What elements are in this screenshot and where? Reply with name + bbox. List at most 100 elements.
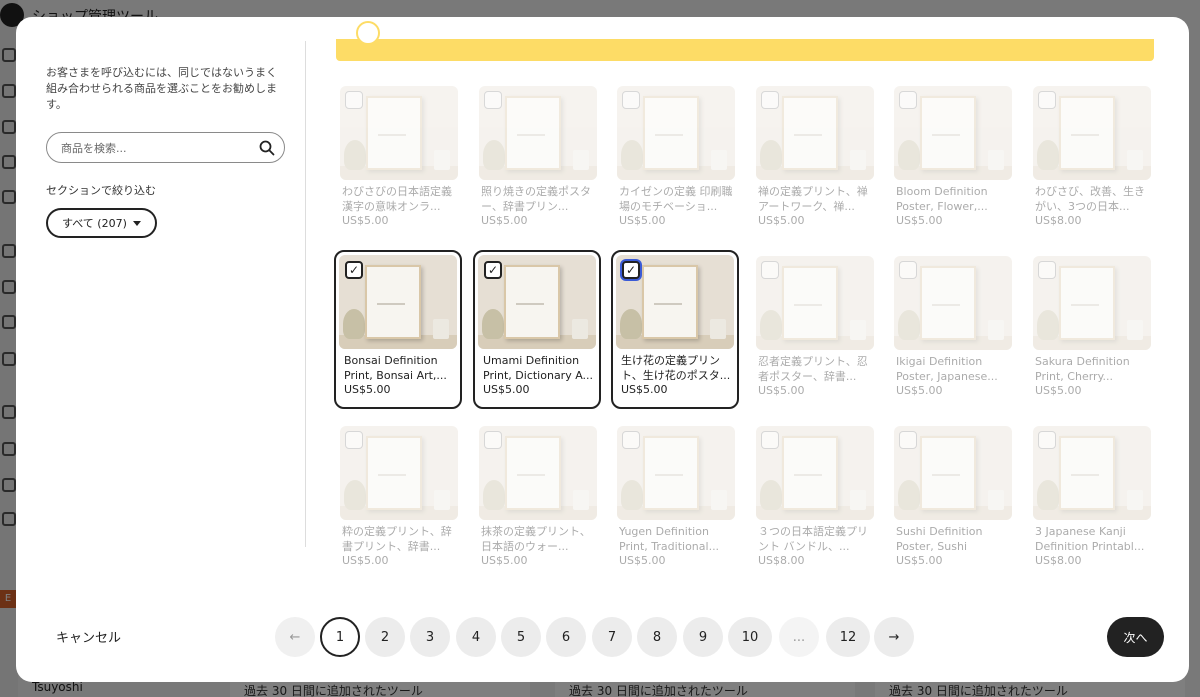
- checkbox-icon[interactable]: [622, 91, 640, 109]
- product-price: US$5.00: [758, 384, 805, 397]
- checkbox-icon[interactable]: [1038, 431, 1056, 449]
- pagination-ellipsis: ...: [779, 617, 819, 657]
- checkbox-icon[interactable]: [761, 91, 779, 109]
- product-title: カイゼンの定義 印刷職場のモチベーショ...: [619, 185, 733, 213]
- filter-sidebar: お客さまを呼び込むには、同じではないうまく組み合わせられる商品を選ぶことをお勧め…: [16, 17, 306, 607]
- product-title: 3 Japanese Kanji Definition Printabl...: [1035, 525, 1145, 553]
- product-title: わびさび、改善、生きがい、3つの日本...: [1035, 185, 1145, 213]
- search-icon[interactable]: [259, 140, 275, 156]
- product-price: US$5.00: [621, 383, 668, 396]
- section-filter-value: すべて (207): [62, 217, 127, 230]
- product-price: US$5.00: [1035, 384, 1082, 397]
- caret-down-icon: [132, 220, 141, 226]
- product-title: Sakura Definition Print, Cherry...: [1035, 355, 1130, 383]
- product-card[interactable]: ✓ 生け花の定義プリント、生け花のポスタ... US$5.00: [611, 250, 739, 409]
- product-title: 粋の定義プリント、辞書プリント、辞書...: [342, 525, 452, 553]
- product-card[interactable]: カイゼンの定義 印刷職場のモチベーショ... US$5.00: [613, 82, 741, 241]
- product-title: 禅の定義プリント、禅アートワーク、禅...: [758, 185, 868, 213]
- search-box[interactable]: [46, 132, 285, 163]
- product-price: US$5.00: [619, 554, 666, 567]
- checkbox-icon[interactable]: [345, 431, 363, 449]
- product-price: US$5.00: [481, 214, 528, 227]
- product-price: US$8.00: [1035, 554, 1082, 567]
- product-picker-modal: お客さまを呼び込むには、同じではないうまく組み合わせられる商品を選ぶことをお勧め…: [16, 17, 1189, 682]
- checkbox-icon[interactable]: [761, 431, 779, 449]
- page-button[interactable]: 12: [826, 617, 870, 657]
- product-card[interactable]: 忍者定義プリント、忍者ポスター、辞書... US$5.00: [752, 252, 880, 411]
- product-card[interactable]: Sushi Definition Poster, Sushi Poster,..…: [890, 422, 1018, 581]
- page-button[interactable]: 5: [501, 617, 541, 657]
- search-input[interactable]: [61, 139, 251, 157]
- product-card[interactable]: 照り焼きの定義ポスター、辞書プリン... US$5.00: [475, 82, 603, 241]
- checkbox-icon[interactable]: [899, 261, 917, 279]
- product-price: US$5.00: [342, 214, 389, 227]
- checkbox-checked-icon[interactable]: ✓: [484, 261, 502, 279]
- product-title: Yugen Definition Print, Traditional...: [619, 525, 720, 553]
- product-price: US$5.00: [483, 383, 530, 396]
- intro-text: お客さまを呼び込むには、同じではないうまく組み合わせられる商品を選ぶことをお勧め…: [46, 66, 277, 111]
- product-title: わびさびの日本語定義漢字の意味オンラ...: [342, 185, 452, 213]
- page-button[interactable]: 4: [456, 617, 496, 657]
- checkbox-icon[interactable]: [622, 431, 640, 449]
- product-price: US$5.00: [896, 214, 943, 227]
- product-price: US$5.00: [342, 554, 389, 567]
- banner-icon: [356, 21, 380, 45]
- checkbox-icon[interactable]: [345, 91, 363, 109]
- product-price: US$8.00: [758, 554, 805, 567]
- filter-label: セクションで絞り込む: [46, 184, 156, 197]
- product-title: Sushi Definition Poster, Sushi Poster,..…: [896, 525, 983, 553]
- product-title: 照り焼きの定義ポスター、辞書プリン...: [481, 185, 591, 213]
- cancel-button[interactable]: キャンセル: [56, 627, 121, 646]
- product-card[interactable]: わびさび、改善、生きがい、3つの日本... US$8.00: [1029, 82, 1157, 241]
- product-title: 抹茶の定義プリント、日本語のウォー...: [481, 525, 591, 553]
- product-card[interactable]: 粋の定義プリント、辞書プリント、辞書... US$5.00: [336, 422, 464, 581]
- product-card[interactable]: 3 Japanese Kanji Definition Printabl... U…: [1029, 422, 1157, 581]
- arrow-right-icon[interactable]: →: [874, 617, 914, 657]
- product-price: US$8.00: [1035, 214, 1082, 227]
- product-title: Umami Definition Print, Dictionary A...: [483, 354, 594, 382]
- product-card[interactable]: わびさびの日本語定義漢字の意味オンラ... US$5.00: [336, 82, 464, 241]
- product-card[interactable]: 抹茶の定義プリント、日本語のウォー... US$5.00: [475, 422, 603, 581]
- product-title: Ikigai Definition Poster, Japanese...: [896, 355, 998, 383]
- checkbox-icon[interactable]: [484, 431, 502, 449]
- checkbox-icon[interactable]: [484, 91, 502, 109]
- product-price: US$5.00: [758, 214, 805, 227]
- arrow-left-icon[interactable]: ←: [275, 617, 315, 657]
- page-button[interactable]: 10: [728, 617, 772, 657]
- checkbox-icon[interactable]: [899, 91, 917, 109]
- product-title: Bonsai Definition Print, Bonsai Art,...: [344, 354, 447, 382]
- checkbox-checked-icon[interactable]: ✓: [345, 261, 363, 279]
- product-card[interactable]: Bloom Definition Poster, Flower,... US$5.…: [890, 82, 1018, 241]
- page-button-current[interactable]: 1: [320, 617, 360, 657]
- product-price: US$5.00: [896, 384, 943, 397]
- checkbox-icon[interactable]: [1038, 91, 1056, 109]
- product-card[interactable]: Yugen Definition Print, Traditional... US…: [613, 422, 741, 581]
- product-price: US$5.00: [896, 554, 943, 567]
- section-filter-dropdown[interactable]: すべて (207): [46, 208, 157, 238]
- page-button[interactable]: 6: [546, 617, 586, 657]
- product-card[interactable]: Sakura Definition Print, Cherry... US$5.0…: [1029, 252, 1157, 411]
- product-card[interactable]: ✓ Umami Definition Print, Dictionary A...…: [473, 250, 601, 409]
- checkbox-icon[interactable]: [761, 261, 779, 279]
- product-price: US$5.00: [481, 554, 528, 567]
- checkbox-icon[interactable]: [1038, 261, 1056, 279]
- checkbox-checked-icon[interactable]: ✓: [622, 261, 640, 279]
- page-button[interactable]: 8: [637, 617, 677, 657]
- page-button[interactable]: 2: [365, 617, 405, 657]
- page-button[interactable]: 9: [683, 617, 723, 657]
- divider: [305, 41, 306, 547]
- product-card[interactable]: 禅の定義プリント、禅アートワーク、禅... US$5.00: [752, 82, 880, 241]
- notice-banner: [336, 39, 1154, 61]
- product-card[interactable]: Ikigai Definition Poster, Japanese... US$…: [890, 252, 1018, 411]
- product-title: 生け花の定義プリント、生け花のポスタ...: [621, 354, 731, 382]
- checkbox-icon[interactable]: [899, 431, 917, 449]
- product-card[interactable]: ✓ Bonsai Definition Print, Bonsai Art,...…: [334, 250, 462, 409]
- product-price: US$5.00: [344, 383, 391, 396]
- product-card[interactable]: ３つの日本語定義プリント バンドル、... US$8.00: [752, 422, 880, 581]
- product-price: US$5.00: [619, 214, 666, 227]
- page-button[interactable]: 3: [410, 617, 450, 657]
- product-title: Bloom Definition Poster, Flower,...: [896, 185, 988, 213]
- page-button[interactable]: 7: [592, 617, 632, 657]
- next-button[interactable]: 次へ: [1107, 617, 1164, 657]
- product-title: 忍者定義プリント、忍者ポスター、辞書...: [758, 355, 868, 383]
